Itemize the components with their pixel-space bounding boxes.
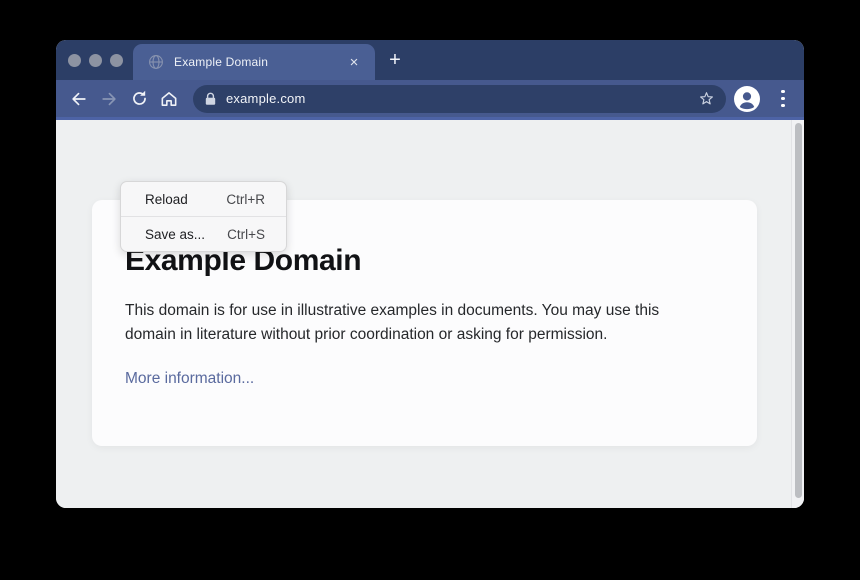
window-zoom-button[interactable] bbox=[110, 54, 123, 67]
window-close-button[interactable] bbox=[68, 54, 81, 67]
page-viewport: Example Domain This domain is for use in… bbox=[56, 120, 804, 508]
browser-toolbar: example.com bbox=[56, 80, 804, 120]
more-information-link[interactable]: More information... bbox=[125, 370, 254, 388]
page-paragraph: This domain is for use in illustrative e… bbox=[125, 299, 709, 347]
browser-menu-icon[interactable] bbox=[775, 87, 791, 111]
menu-item-label: Reload bbox=[145, 192, 188, 207]
address-bar[interactable]: example.com bbox=[193, 85, 726, 113]
browser-tab[interactable]: Example Domain × bbox=[133, 44, 375, 80]
url-text: example.com bbox=[226, 91, 694, 106]
context-menu-item-reload[interactable]: Reload Ctrl+R bbox=[121, 182, 286, 216]
menu-item-shortcut: Ctrl+S bbox=[227, 227, 265, 242]
window-controls bbox=[68, 54, 123, 67]
forward-button[interactable] bbox=[94, 84, 124, 114]
tab-title: Example Domain bbox=[174, 55, 345, 69]
tab-close-icon[interactable]: × bbox=[345, 53, 363, 71]
reload-button[interactable] bbox=[124, 84, 154, 114]
back-button[interactable] bbox=[64, 84, 94, 114]
tab-strip: Example Domain × + bbox=[56, 40, 804, 80]
globe-favicon-icon bbox=[148, 54, 164, 70]
profile-avatar[interactable] bbox=[734, 86, 760, 112]
context-menu-item-save-as[interactable]: Save as... Ctrl+S bbox=[121, 217, 286, 251]
browser-window: Example Domain × + bbox=[56, 40, 804, 508]
bookmark-star-icon[interactable] bbox=[694, 87, 718, 111]
lock-icon bbox=[204, 92, 217, 106]
vertical-scrollbar[interactable] bbox=[791, 120, 804, 508]
menu-item-shortcut: Ctrl+R bbox=[226, 192, 265, 207]
menu-item-label: Save as... bbox=[145, 227, 205, 242]
home-button[interactable] bbox=[154, 84, 184, 114]
new-tab-button[interactable]: + bbox=[383, 49, 407, 73]
window-minimize-button[interactable] bbox=[89, 54, 102, 67]
scrollbar-thumb[interactable] bbox=[795, 123, 802, 498]
context-menu: Reload Ctrl+R Save as... Ctrl+S bbox=[120, 181, 287, 252]
